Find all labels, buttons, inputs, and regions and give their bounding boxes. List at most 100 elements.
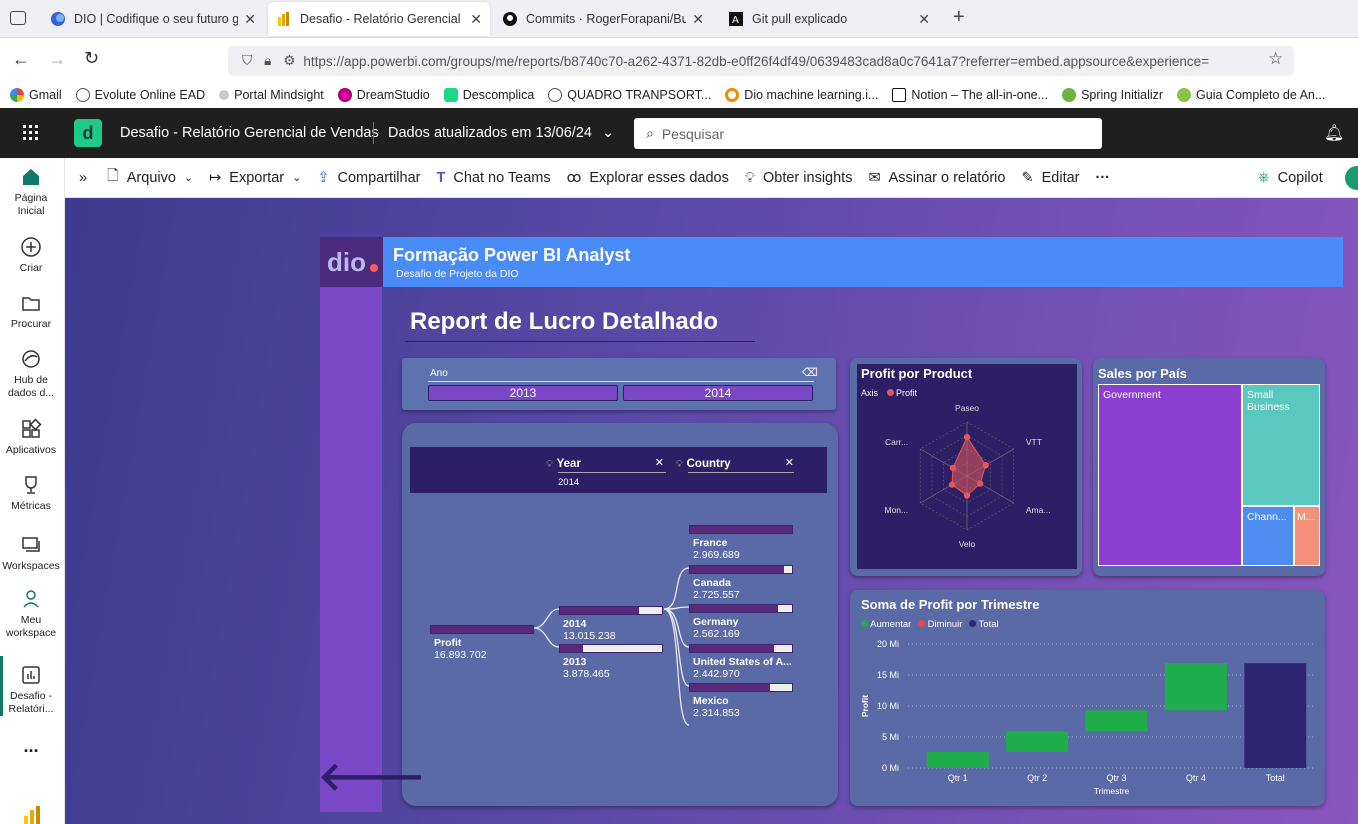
node-bar [689, 643, 793, 653]
node-value: 2.562.169 [693, 628, 740, 640]
treemap-tile-small-business[interactable]: Small Business [1242, 384, 1320, 506]
bookmark-star-icon[interactable]: ☆ [1268, 49, 1283, 69]
decomp-node-country[interactable]: Canada 2.725.557 [689, 564, 793, 601]
share-icon: ⇪ [317, 169, 330, 186]
close-icon[interactable]: ✕ [918, 11, 930, 28]
radar-point[interactable] [948, 481, 956, 488]
slicer-option-2014[interactable]: 2014 [623, 385, 813, 401]
bookmark-gmail[interactable]: Gmail [10, 88, 62, 102]
radar-point[interactable] [963, 433, 971, 441]
share-button[interactable]: ⇪ Compartilhar [317, 170, 420, 186]
data-updated-dropdown[interactable]: Dados atualizados em 13/06/24 ⌄ [388, 125, 614, 141]
treemap-tile-government[interactable]: Government [1098, 384, 1242, 566]
radar-axis-label: VTT [1026, 437, 1042, 447]
bookmark-quadro[interactable]: QUADRO TRANPSORT... [548, 88, 711, 102]
waterfall-bar[interactable] [1085, 710, 1148, 732]
bookmark-descomplica[interactable]: Descomplica [443, 88, 534, 102]
url-text: https://app.powerbi.com/groups/me/report… [303, 53, 1210, 69]
browser-tab-3[interactable]: Commits · RogerForapani/Busi ✕ [494, 4, 712, 34]
browser-tab-1[interactable]: DIO | Codifique o seu futuro glo ✕ [42, 4, 264, 34]
bookmark-mindsight[interactable]: Portal Mindsight [219, 88, 324, 102]
dio-favicon-icon [50, 11, 66, 27]
reload-icon[interactable]: ↻ [84, 48, 99, 69]
filters-pane-icon[interactable] [1345, 166, 1358, 190]
close-icon[interactable]: ✕ [470, 11, 482, 28]
copilot-button[interactable]: ⎈ Copilot [1258, 170, 1323, 186]
new-tab-icon[interactable]: + [953, 6, 965, 29]
report-icon [22, 666, 40, 684]
nav-workspaces[interactable]: Workspaces [0, 534, 62, 573]
bookmark-label: Gmail [29, 88, 62, 102]
file-menu-button[interactable]: 🗋︎ Arquivo ⌄ [107, 165, 193, 190]
nav-create[interactable]: Criar [0, 236, 62, 275]
nav-current-report[interactable]: Desafio - Relatóri... [0, 664, 62, 716]
forward-icon[interactable]: → [48, 49, 66, 70]
decomp-node-year[interactable]: 2014 13.015.238 [559, 606, 663, 642]
decomp-node-country[interactable]: Mexico 2.314.853 [689, 683, 793, 719]
explore-data-button[interactable]: ꝏ Explorar esses dados [567, 170, 729, 186]
node-value: 2.725.557 [693, 588, 740, 601]
more-options-button[interactable]: ··· [1096, 170, 1111, 186]
page-title: Report de Lucro Detalhado [410, 308, 719, 335]
subscribe-button[interactable]: ✉︎ Assinar o relatório [868, 170, 1005, 186]
waterfall-bar[interactable] [926, 751, 989, 768]
nav-home[interactable]: Página Inicial [0, 166, 62, 218]
workspaces-icon [22, 537, 40, 552]
subscribe-icon: ✉︎ [868, 169, 881, 186]
get-insights-button[interactable]: 💡︎ Obter insights [745, 170, 853, 186]
report-sidebar [320, 237, 382, 812]
nav-datahub[interactable]: Hub de dados d... [0, 348, 62, 400]
decomp-node-country[interactable]: France 2.969.689 [689, 525, 793, 561]
bookmark-dreamstudio[interactable]: DreamStudio [337, 88, 430, 102]
treemap-tile-channel[interactable]: Chann... [1242, 506, 1294, 566]
treemap-tile-midmarket[interactable]: M... [1294, 506, 1320, 566]
back-icon[interactable]: ← [12, 49, 30, 70]
waterfall-bar[interactable] [1006, 731, 1069, 752]
radar-point[interactable] [949, 464, 957, 472]
search-input[interactable]: ⌕ Pesquisar [634, 118, 1102, 149]
bookmark-evolute[interactable]: Evolute Online EAD [75, 88, 205, 102]
slicer-option-2013[interactable]: 2013 [428, 385, 618, 401]
expand-nav-button[interactable]: » [79, 170, 87, 186]
bookmark-spring[interactable]: Spring Initializr [1062, 88, 1163, 102]
dio-logo: dio [320, 237, 383, 287]
close-icon[interactable]: ✕ [244, 11, 256, 28]
edit-button[interactable]: ✎ Editar [1021, 170, 1079, 186]
bookmark-dio-ml[interactable]: Dio machine learning.i... [725, 88, 878, 102]
nav-browse[interactable]: Procurar [0, 292, 62, 331]
radar-point[interactable] [976, 480, 984, 487]
waterfall-bar[interactable] [1244, 663, 1307, 768]
browser-tab-4[interactable]: A Git pull explicado ✕ [720, 4, 938, 34]
coursera-icon [725, 88, 740, 102]
nav-apps[interactable]: Aplicativos [0, 418, 62, 457]
report-name[interactable]: Desafio - Relatório Gerencial de Vendas [120, 125, 379, 141]
browser-tab-2[interactable]: Desafio - Relatório Gerencial de ✕ [268, 2, 490, 36]
eraser-icon[interactable]: ⌫ [802, 366, 818, 379]
tab-overview-icon[interactable] [10, 11, 26, 25]
bookmark-notion[interactable]: Notion – The all-in-one... [892, 88, 1048, 102]
bookmark-guia[interactable]: Guia Completo de An... [1177, 88, 1325, 102]
decomp-node-year[interactable]: 2013 3.878.465 [559, 644, 663, 680]
nav-more[interactable]: ... [0, 737, 62, 755]
chevron-down-icon: ⌄ [601, 125, 615, 141]
decomp-node-profit[interactable]: Profit 16.893.702 [430, 625, 534, 661]
nav-my-workspace[interactable]: Meu workspace [0, 588, 62, 640]
app-launcher-icon[interactable] [23, 125, 39, 141]
address-bar[interactable]: ⛉ 🔒︎ ⚙︎ https://app.powerbi.com/groups/m… [228, 46, 1294, 76]
back-arrow-icon[interactable]: 🡐 [318, 751, 425, 800]
tab-title: Git pull explicado [752, 12, 848, 26]
nav-label: Workspaces [2, 560, 60, 572]
close-icon[interactable]: ✕ [692, 11, 704, 28]
waterfall-bar[interactable] [1164, 663, 1227, 711]
notification-bell-icon[interactable]: 🔔︎ [1324, 123, 1344, 143]
node-label: United States of A... [693, 655, 792, 668]
export-menu-button[interactable]: ↦ Exportar ⌄ [209, 170, 301, 186]
decomp-node-country[interactable]: United States of A... 2.442.970 [689, 643, 793, 680]
teams-chat-button[interactable]: T Chat no Teams [436, 170, 550, 186]
x-tick-label: Qtr 3 [1106, 773, 1126, 783]
nav-metrics[interactable]: Métricas [0, 474, 62, 513]
decomp-node-country[interactable]: Germany 2.562.169 [689, 604, 793, 640]
radar-point[interactable] [963, 492, 971, 499]
radar-point[interactable] [982, 462, 989, 469]
nav-label: Hub de dados d... [7, 374, 55, 399]
